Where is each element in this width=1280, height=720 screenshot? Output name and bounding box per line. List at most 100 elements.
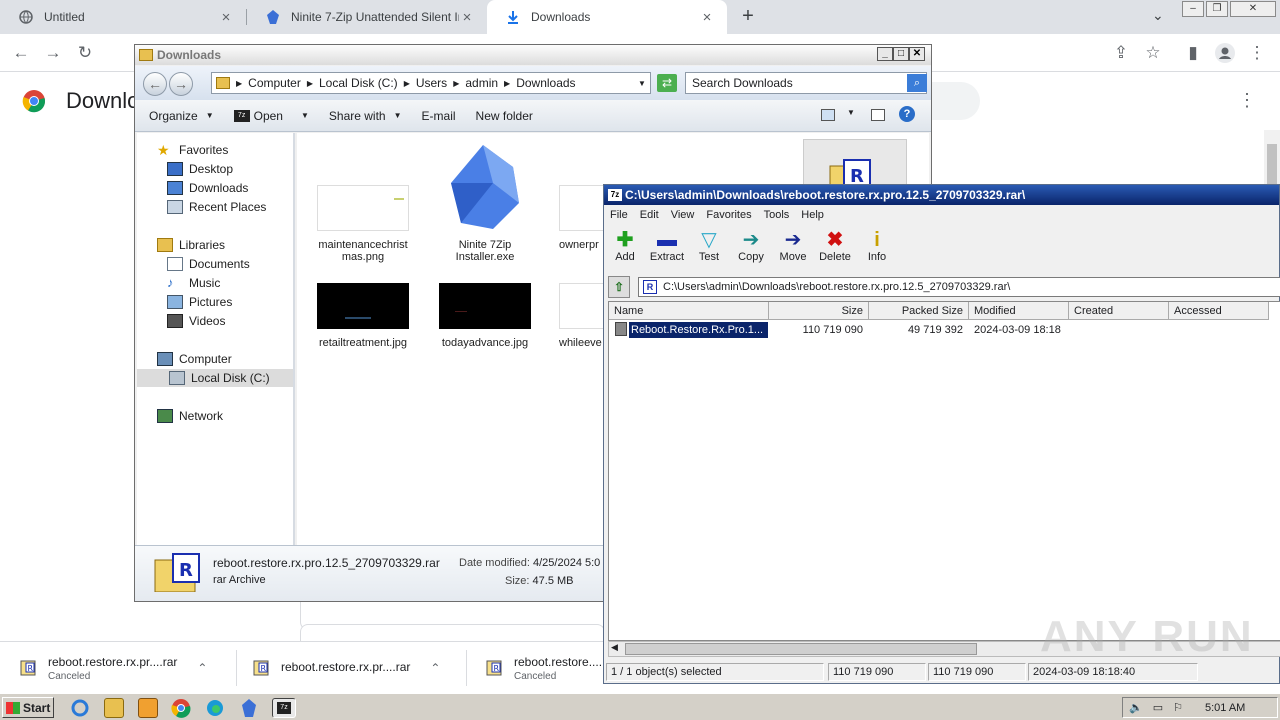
winrar-titlebar[interactable]: 7z C:\Users\admin\Downloads\reboot.resto… [604,185,1279,205]
forward-button[interactable]: → [169,72,193,96]
dropdown-icon[interactable]: ▼ [638,79,646,88]
up-folder-icon[interactable]: ⇧ [608,276,630,298]
edge-icon[interactable] [205,698,225,718]
search-input[interactable]: Search Downloads [685,72,927,94]
restore-button[interactable]: ❐ [1206,1,1228,17]
share-with-button[interactable]: Share with ▼ [315,109,408,123]
nav-downloads[interactable]: Downloads [167,179,248,197]
volume-icon[interactable]: 🔈 [1129,701,1143,714]
delete-button[interactable]: ✖ Delete [814,225,856,271]
chrome-icon[interactable] [171,698,191,718]
close-window-button[interactable]: ✕ [909,47,925,61]
nav-computer[interactable]: Computer [157,350,232,368]
minimize-button[interactable]: – [1182,1,1204,17]
column-header-modified[interactable]: Modified [969,302,1069,320]
refresh-icon[interactable]: ⇄ [657,74,677,92]
move-button[interactable]: ➔ Move [772,225,814,271]
back-icon[interactable]: ← [10,42,32,64]
breadcrumb-item[interactable]: admin [465,76,498,90]
download-item[interactable]: R reboot.restore.rx.pr....rar ⌃ [233,642,469,694]
menu-file[interactable]: File [604,209,634,221]
scroll-thumb[interactable] [625,643,977,655]
close-icon[interactable]: × [218,9,234,26]
nav-local-disk[interactable]: Local Disk (C:) [137,369,293,387]
close-icon[interactable]: × [699,9,715,26]
star-icon[interactable]: ☆ [1142,42,1164,64]
nav-desktop[interactable]: Desktop [167,160,233,178]
new-tab-button[interactable]: + [736,5,760,29]
address-breadcrumb[interactable]: ▶ Computer ▶ Local Disk (C:) ▶ Users ▶ a… [211,72,651,94]
tab-untitled[interactable]: Untitled × [0,0,246,34]
scroll-thumb[interactable] [1267,144,1277,184]
nav-network[interactable]: Network [157,407,223,425]
reload-icon[interactable]: ↻ [74,42,96,64]
menu-edit[interactable]: Edit [634,209,665,221]
nav-libraries[interactable]: Libraries [157,236,225,254]
download-card[interactable] [300,624,605,642]
nav-favorites[interactable]: ★ Favorites [157,141,228,159]
file-item[interactable]: ownerpr [545,185,605,251]
menu-view[interactable]: View [665,209,701,221]
column-header-name[interactable]: Name [609,302,769,320]
menu-tools[interactable]: Tools [758,209,796,221]
breadcrumb-item[interactable]: Local Disk (C:) [319,76,398,90]
nav-videos[interactable]: Videos [167,312,225,330]
column-header-size[interactable]: Size [769,302,869,320]
download-item[interactable]: R reboot.restore.rx.pr....rar Canceled ⌃ [0,642,236,694]
nav-pictures[interactable]: Pictures [167,293,232,311]
chevron-up-icon[interactable]: ⌃ [430,661,440,675]
explorer-icon[interactable] [104,698,124,718]
file-item[interactable]: whileeve [545,283,605,349]
nav-documents[interactable]: Documents [167,255,250,273]
breadcrumb-item[interactable]: Computer [248,76,301,90]
info-button[interactable]: i Info [856,225,898,271]
tab-ninite[interactable]: Ninite 7-Zip Unattended Silent Install × [247,0,487,34]
close-icon[interactable]: × [459,9,475,26]
extract-button[interactable]: ▬ Extract [646,225,688,271]
help-icon[interactable]: ? [899,106,915,122]
explorer-titlebar[interactable]: Downloads _ □ ✕ [135,45,931,65]
organize-button[interactable]: Organize ▼ [135,109,220,123]
winrar-taskbar-button[interactable]: 7z [272,698,296,718]
tab-downloads[interactable]: Downloads × [487,0,727,34]
sidepanel-icon[interactable]: ▮ [1182,42,1204,64]
close-window-button[interactable]: ✕ [1230,1,1276,17]
file-item[interactable]: maintenancechristmas.png [303,185,423,263]
test-button[interactable]: ▽ Test [688,225,730,271]
breadcrumb-item[interactable]: Downloads [516,76,575,90]
breadcrumb-item[interactable]: Users [416,76,447,90]
view-icon[interactable] [821,109,835,121]
maximize-button[interactable]: □ [893,47,909,61]
chevron-up-icon[interactable]: ⌃ [197,661,207,675]
email-button[interactable]: E-mail [408,109,462,123]
minimize-button[interactable]: _ [877,47,893,61]
file-item[interactable]: todayadvance.jpg [425,283,545,349]
open-button[interactable]: 7z Open ▼ [220,109,315,123]
network-icon[interactable]: ▭ [1153,701,1163,714]
path-input[interactable]: R C:\Users\admin\Downloads\reboot.restor… [638,277,1280,297]
share-icon[interactable]: ⇪ [1110,42,1132,64]
new-folder-button[interactable]: New folder [462,109,539,123]
download-item[interactable]: R reboot.restore.... Canceled [466,642,606,694]
menu-icon[interactable]: ⋮ [1246,42,1268,64]
search-icon[interactable]: ⌕ [907,74,927,92]
nav-recent-places[interactable]: Recent Places [167,198,266,216]
ie-icon[interactable] [70,698,90,718]
file-item[interactable]: retailtreatment.jpg [303,283,423,349]
more-icon[interactable]: ⋮ [1238,90,1256,111]
add-button[interactable]: ✚ Add [604,225,646,271]
media-player-icon[interactable] [138,698,158,718]
ninite-icon[interactable] [239,698,259,718]
forward-icon[interactable]: → [42,42,64,64]
copy-button[interactable]: ➔ Copy [730,225,772,271]
flag-icon[interactable]: ⚐ [1173,701,1183,714]
profile-icon[interactable] [1214,42,1236,64]
menu-help[interactable]: Help [795,209,830,221]
preview-pane-icon[interactable] [871,109,885,121]
start-button[interactable]: Start [2,697,54,718]
column-header-accessed[interactable]: Accessed [1169,302,1269,320]
scroll-left-icon[interactable]: ◀ [611,642,618,653]
menu-favorites[interactable]: Favorites [700,209,757,221]
rar-file-icon[interactable]: R [803,139,907,191]
chevron-down-icon[interactable]: ⌄ [1152,7,1164,24]
